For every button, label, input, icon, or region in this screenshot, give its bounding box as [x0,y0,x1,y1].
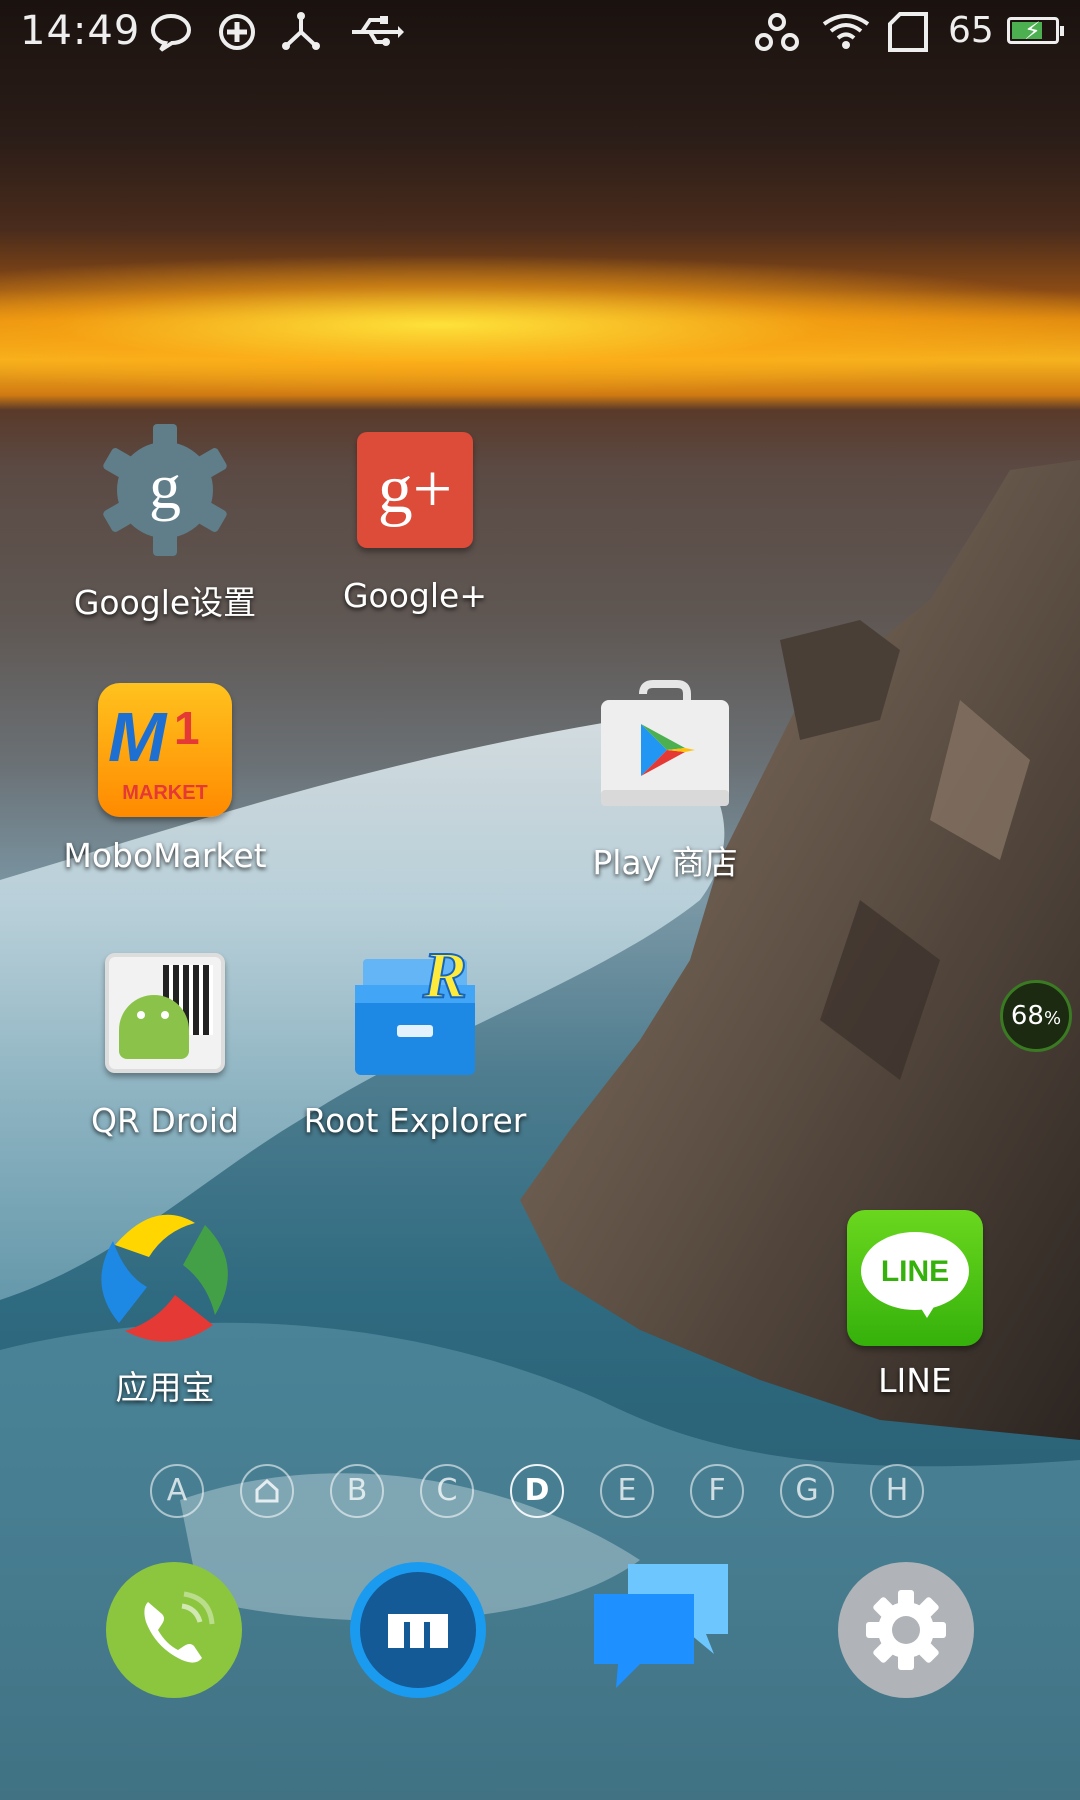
page-dot-a[interactable]: A [150,1464,204,1518]
google-plus-icon: g+ [357,432,473,548]
app-label: Google+ [342,576,488,615]
mx-launcher-icon [360,1572,476,1688]
wallpaper [0,460,1080,1800]
messages-icon [594,1564,728,1688]
page-dot-c[interactable]: C [420,1464,474,1518]
app-label: 应用宝 [115,1368,215,1407]
phone-icon [144,1591,215,1663]
battery-icon: ⚡ [1007,17,1064,45]
page-dot-d[interactable]: D [510,1464,564,1518]
app-mobomarket[interactable]: M 1 MARKET MoboMarket [45,680,285,875]
phone-button[interactable] [106,1562,242,1698]
page-dot-h[interactable]: H [870,1464,924,1518]
app-label: Play 商店 [592,843,738,882]
sync-icon [219,14,255,50]
app-yingyongbao[interactable]: 应用宝 [45,1205,285,1409]
messages-button[interactable] [590,1562,730,1698]
page-dot-e[interactable]: E [600,1464,654,1518]
app-line[interactable]: LINE LINE [795,1205,1035,1400]
app-label: Google设置 [73,583,257,622]
bluetooth-like-icon [755,13,799,51]
google-g-glyph: g [149,451,181,522]
home-icon [255,1478,279,1503]
app-play-store[interactable]: Play 商店 [545,680,785,884]
launcher-button[interactable] [350,1562,486,1698]
app-google-settings[interactable]: g Google设置 [45,420,285,624]
line-icon: LINE [847,1210,983,1346]
memory-cleaner-widget[interactable]: 68% [1000,980,1072,1052]
share-nodes-icon [282,12,320,50]
app-label: QR Droid [91,1101,239,1140]
file-cabinet-icon: R [355,938,475,1075]
status-time: 14:49 [20,8,141,54]
page-dot-f[interactable]: F [690,1464,744,1518]
page-dot-home[interactable] [240,1464,294,1518]
app-label: LINE [878,1361,952,1400]
app-qr-droid[interactable]: QR Droid [45,945,285,1140]
qr-droid-icon [105,953,225,1073]
mobomarket-icon: M 1 MARKET [98,683,232,817]
status-bar: 14:49 65 ⚡ [0,0,1080,64]
app-label: Root Explorer [303,1101,527,1140]
svg-text:R: R [422,945,467,1012]
app-label: MoboMarket [63,836,267,875]
page-indicator: A B C D E F G H [150,1464,930,1520]
gear-icon: g [103,424,227,556]
battery-percent: 65 [948,10,994,51]
wifi-icon [822,14,870,49]
usb-icon [352,16,404,46]
page-dot-g[interactable]: G [780,1464,834,1518]
settings-icon [866,1590,946,1670]
yingyongbao-icon [101,1214,228,1342]
app-root-explorer[interactable]: R Root Explorer [295,938,535,1140]
app-google-plus[interactable]: g+ Google+ [295,420,535,615]
play-store-icon [601,680,729,806]
chat-bubble-icon [150,13,192,52]
page-dot-b[interactable]: B [330,1464,384,1518]
settings-button[interactable] [838,1562,974,1698]
no-sim-icon [888,12,928,52]
